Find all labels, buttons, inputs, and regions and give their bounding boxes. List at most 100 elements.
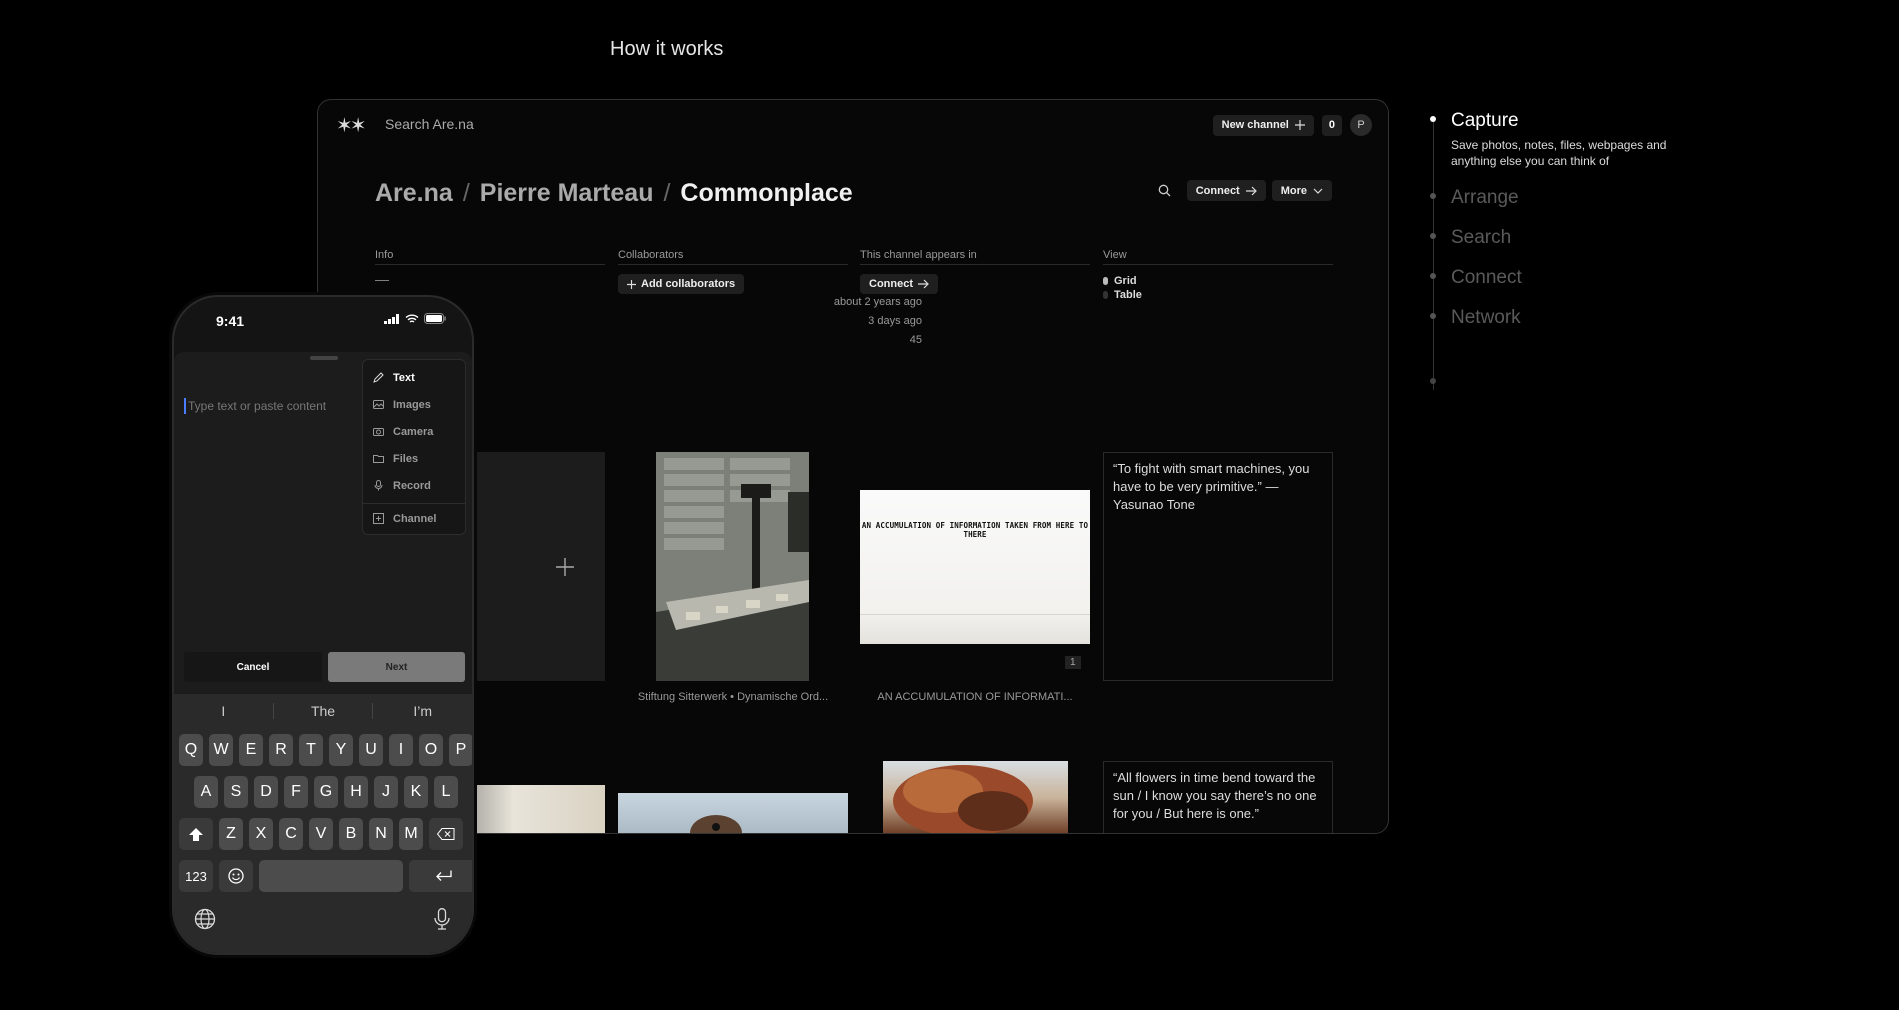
photo-block-archive[interactable]	[656, 452, 809, 681]
key-g[interactable]: G	[314, 776, 338, 808]
key-f[interactable]: F	[284, 776, 308, 808]
menu-item-camera[interactable]: Camera	[363, 418, 465, 445]
dictation-microphone-icon[interactable]	[434, 908, 450, 935]
key-p[interactable]: P	[449, 734, 472, 766]
search-icon[interactable]	[1155, 181, 1175, 201]
arena-logo-icon[interactable]: ✶✶	[336, 113, 366, 138]
sheet-grabber[interactable]	[310, 356, 338, 360]
photo-block-bird[interactable]	[618, 793, 848, 833]
step-connect[interactable]: Connect	[1430, 267, 1710, 289]
radio-unselected-icon	[1103, 291, 1108, 299]
arrow-right-icon	[918, 279, 929, 289]
key-u[interactable]: U	[359, 734, 383, 766]
key-x[interactable]: X	[249, 818, 273, 850]
key-m[interactable]: M	[399, 818, 423, 850]
view-table-option[interactable]: Table	[1103, 289, 1333, 301]
cellular-signal-icon	[384, 313, 399, 324]
key-c[interactable]: C	[279, 818, 303, 850]
key-o[interactable]: O	[419, 734, 443, 766]
key-s[interactable]: S	[224, 776, 248, 808]
info-updated: 3 days ago	[868, 315, 922, 327]
delete-key[interactable]	[429, 818, 463, 850]
text-image-block[interactable]: AN ACCUMULATION OF INFORMATION TAKEN FRO…	[860, 490, 1090, 644]
archive-photo-image	[656, 452, 809, 681]
suggestion[interactable]: I	[174, 703, 273, 719]
key-i[interactable]: I	[389, 734, 413, 766]
emoji-key[interactable]	[219, 860, 253, 892]
capture-sheet: Type text or paste content Text Images C…	[174, 352, 472, 953]
next-button[interactable]: Next	[328, 652, 465, 682]
key-q[interactable]: Q	[179, 734, 203, 766]
breadcrumb-channel[interactable]: Commonplace	[680, 179, 852, 208]
key-v[interactable]: V	[309, 818, 333, 850]
step-network[interactable]: Network	[1430, 307, 1710, 329]
step-title: Search	[1451, 227, 1512, 248]
connect-button[interactable]: Connect	[1186, 180, 1266, 201]
key-l[interactable]: L	[434, 776, 458, 808]
key-t[interactable]: T	[299, 734, 323, 766]
collaborators-column: Collaborators Add collaborators	[618, 249, 848, 294]
menu-item-files[interactable]: Files	[363, 445, 465, 472]
how-it-works-steps: Capture Save photos, notes, files, webpa…	[1430, 110, 1710, 390]
add-collaborators-label: Add collaborators	[641, 278, 736, 290]
breadcrumb-arena[interactable]: Are.na	[375, 179, 453, 208]
notification-count[interactable]: 0	[1321, 114, 1342, 136]
menu-item-text[interactable]: Text	[363, 364, 465, 391]
key-d[interactable]: D	[254, 776, 278, 808]
breadcrumb-separator: /	[663, 179, 671, 207]
globe-icon[interactable]	[194, 908, 216, 935]
step-capture[interactable]: Capture Save photos, notes, files, webpa…	[1430, 110, 1710, 169]
photo-block-tree[interactable]	[883, 761, 1068, 833]
more-button[interactable]: More	[1271, 180, 1332, 201]
appears-connect-label: Connect	[869, 278, 913, 290]
bird-photo-image	[690, 815, 742, 833]
collaborators-header: Collaborators	[618, 249, 848, 265]
key-k[interactable]: K	[404, 776, 428, 808]
search-input[interactable]: Search Are.na	[385, 116, 474, 132]
key-n[interactable]: N	[369, 818, 393, 850]
numbers-key[interactable]: 123	[179, 860, 213, 892]
key-z[interactable]: Z	[219, 818, 243, 850]
key-b[interactable]: B	[339, 818, 363, 850]
appears-in-column: This channel appears in Connect	[860, 249, 1090, 294]
key-e[interactable]: E	[239, 734, 263, 766]
step-title: Capture	[1451, 110, 1519, 131]
avatar[interactable]: P	[1350, 114, 1372, 136]
suggestion[interactable]: I’m	[373, 703, 472, 719]
new-channel-label: New channel	[1221, 119, 1289, 131]
view-header: View	[1103, 249, 1333, 265]
menu-item-channel[interactable]: Channel	[363, 503, 465, 530]
key-y[interactable]: Y	[329, 734, 353, 766]
view-table-label: Table	[1114, 289, 1142, 301]
suggestion[interactable]: The	[274, 703, 373, 719]
breadcrumb-user[interactable]: Pierre Marteau	[480, 179, 654, 208]
new-channel-button[interactable]: New channel	[1212, 114, 1314, 136]
step-dot-active	[1430, 116, 1436, 122]
quote-block-tone[interactable]: “To fight with smart machines, you have …	[1103, 452, 1333, 681]
add-collaborators-button[interactable]: Add collaborators	[618, 274, 745, 294]
cancel-button[interactable]: Cancel	[184, 652, 322, 682]
key-h[interactable]: H	[344, 776, 368, 808]
shift-key[interactable]	[179, 818, 213, 850]
text-image-caption: AN ACCUMULATION OF INFORMATI...	[877, 691, 1073, 703]
space-key[interactable]	[259, 860, 403, 892]
menu-item-record[interactable]: Record	[363, 472, 465, 499]
status-time: 9:41	[216, 313, 245, 329]
desktop-window: ✶✶ Search Are.na New channel 0 P Are.na …	[317, 99, 1389, 834]
step-search[interactable]: Search	[1430, 227, 1710, 249]
menu-item-images[interactable]: Images	[363, 391, 465, 418]
return-key[interactable]	[409, 860, 472, 892]
key-a[interactable]: A	[194, 776, 218, 808]
key-r[interactable]: R	[269, 734, 293, 766]
plus-icon	[556, 557, 574, 576]
step-arrange[interactable]: Arrange	[1430, 187, 1710, 209]
appears-connect-button[interactable]: Connect	[860, 274, 938, 294]
step-title: Network	[1451, 307, 1521, 328]
view-column: View Grid Table	[1103, 249, 1333, 301]
key-w[interactable]: W	[209, 734, 233, 766]
key-j[interactable]: J	[374, 776, 398, 808]
text-image-content: AN ACCUMULATION OF INFORMATION TAKEN FRO…	[861, 521, 1089, 539]
content-text-input[interactable]: Type text or paste content	[184, 398, 326, 414]
view-grid-option[interactable]: Grid	[1103, 275, 1333, 287]
quote-block-flowers[interactable]: “All flowers in time bend toward the sun…	[1103, 761, 1333, 833]
